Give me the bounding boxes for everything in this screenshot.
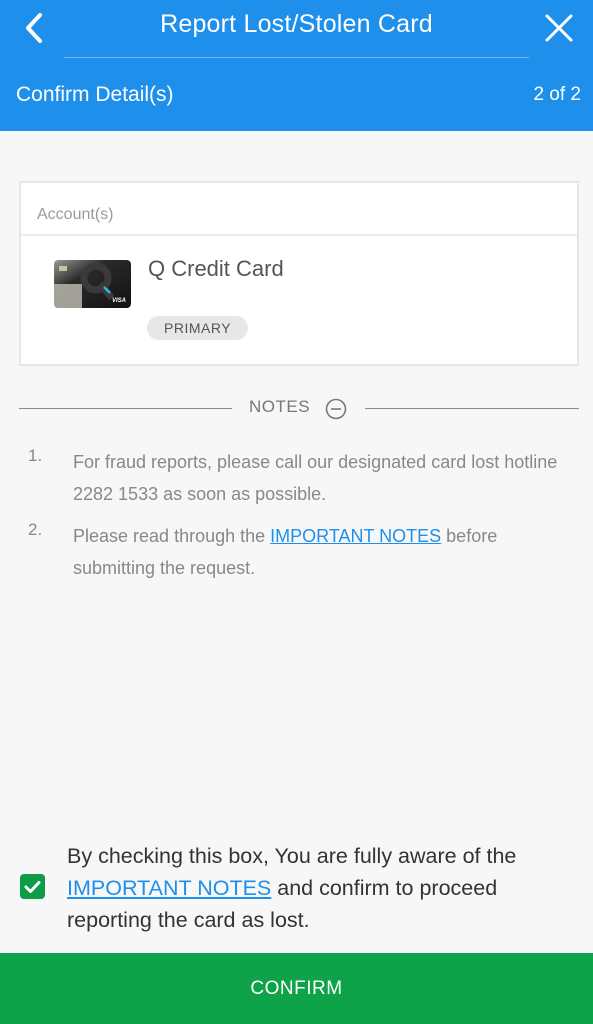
note-number: 1. [28, 446, 43, 465]
primary-badge: PRIMARY [147, 316, 249, 340]
note-number: 2. [28, 520, 43, 539]
card-graphic: VISA [54, 260, 131, 308]
step-counter: 2 of 2 [533, 84, 581, 105]
important-notes-link[interactable]: IMPORTANT NOTES [270, 526, 441, 546]
confirm-button[interactable]: CONFIRM [0, 953, 593, 1024]
divider-right [365, 408, 579, 409]
note-text-before: Please read through the [73, 526, 271, 546]
notes-separator: NOTES [19, 396, 579, 420]
consent-text-before: By checking this box, You are fully awar… [67, 844, 517, 868]
note-text: For fraud reports, please call our desig… [73, 452, 558, 504]
card-name: Q Credit Card [148, 256, 284, 281]
app-header: Report Lost/Stolen Card Confirm Detail(s… [0, 0, 593, 131]
notes-label: NOTES [249, 397, 311, 416]
close-button[interactable] [537, 6, 581, 50]
notes-list: 1. For fraud reports, please call our de… [0, 446, 593, 594]
close-icon [545, 14, 573, 42]
note-item: 1. For fraud reports, please call our de… [0, 446, 593, 510]
accounts-label: Account(s) [37, 206, 114, 223]
notes-collapse-button[interactable] [325, 398, 347, 420]
consent-text: By checking this box, You are fully awar… [67, 840, 577, 936]
consent-checkbox[interactable] [20, 874, 45, 899]
divider-left [19, 408, 232, 409]
divider [21, 234, 577, 236]
page-title: Report Lost/Stolen Card [160, 10, 433, 38]
consent-section: By checking this box, You are fully awar… [0, 838, 593, 938]
note-item: 2. Please read through the IMPORTANT NOT… [0, 520, 593, 584]
nav-bar: Report Lost/Stolen Card [0, 0, 593, 58]
note-text: Please read through the IMPORTANT NOTES … [73, 520, 573, 584]
card-brand: VISA [112, 298, 126, 304]
minus-circle-icon [325, 398, 347, 420]
step-title: Confirm Detail(s) [16, 83, 174, 106]
credit-card-image[interactable]: VISA [54, 260, 131, 308]
consent-important-notes-link[interactable]: IMPORTANT NOTES [67, 876, 271, 900]
account-card: Account(s) VISA Q Credit Card PRIMARY [19, 181, 579, 366]
checkmark-icon [24, 880, 41, 893]
step-bar: Confirm Detail(s) 2 of 2 [0, 58, 593, 131]
